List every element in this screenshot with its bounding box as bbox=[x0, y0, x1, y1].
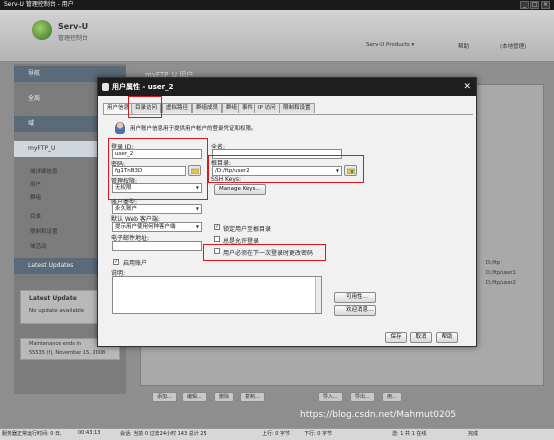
cancel-button[interactable]: 取消 bbox=[410, 332, 432, 343]
password-field[interactable]: fg1TnB3D bbox=[112, 166, 186, 176]
status-download: 下行: 0 字节 bbox=[304, 431, 333, 437]
generate-password-button[interactable] bbox=[188, 165, 201, 176]
tab-directory-access[interactable]: 目录访问 bbox=[131, 103, 162, 113]
web-client-select[interactable]: 提示用户使用何种客户端 bbox=[112, 222, 202, 232]
browse-root-dir-button[interactable] bbox=[344, 165, 357, 176]
availability-label: 可用性... bbox=[346, 294, 368, 300]
always-allow-login-checkbox[interactable] bbox=[214, 236, 220, 242]
tab-user-info[interactable]: 用户信息 bbox=[103, 103, 134, 114]
table-row[interactable]: D:/ftp/user1 bbox=[486, 270, 516, 276]
help-button[interactable]: 帮助 bbox=[436, 332, 458, 343]
ssh-keys-label: SSH Keys: bbox=[211, 176, 242, 183]
folder-key-icon bbox=[191, 168, 199, 174]
root-dir-select[interactable]: /D:/ftp/user2 bbox=[212, 166, 342, 176]
sidebar-sub-limits[interactable]: 限制和设置 bbox=[30, 227, 58, 235]
manage-keys-button[interactable]: Manage Keys... bbox=[214, 184, 266, 195]
servu-logo-icon bbox=[32, 20, 52, 40]
welcome-message-label: 欢迎消息... bbox=[346, 307, 374, 313]
description-textarea[interactable] bbox=[112, 276, 322, 314]
delete-user-button[interactable]: 删除 bbox=[214, 392, 235, 402]
help-link[interactable]: 帮助 bbox=[458, 42, 469, 50]
account-type-select[interactable]: 永久账户 bbox=[112, 204, 202, 214]
full-name-field[interactable] bbox=[212, 149, 342, 159]
table-row[interactable]: D:/ftp/user2 bbox=[486, 280, 516, 286]
close-window-button[interactable]: × bbox=[541, 1, 550, 9]
sidebar-sub-directories[interactable]: 目录 bbox=[30, 212, 41, 220]
import-button[interactable]: 导入... bbox=[318, 392, 343, 402]
latest-update-text: No update available bbox=[29, 308, 85, 314]
enable-account-label: 启用账户 bbox=[123, 260, 148, 267]
user-menu[interactable]: (本地管理) bbox=[500, 42, 526, 50]
dialog-title: 用户属性 - user_2 bbox=[98, 78, 476, 96]
maximize-button[interactable]: □ bbox=[530, 1, 539, 9]
brand-subtitle: 管理控制台 bbox=[58, 35, 89, 42]
products-menu[interactable]: Serv-U Products ▾ bbox=[366, 42, 414, 48]
sidebar-sub-activity[interactable]: 域活动 bbox=[30, 242, 47, 250]
tab-ip-access[interactable]: IP 访问 bbox=[254, 103, 280, 113]
tab-virtual-paths[interactable]: 虚拟路径 bbox=[162, 103, 193, 113]
export-button[interactable]: 导出... bbox=[350, 392, 375, 402]
status-upload: 上行: 0 字节 bbox=[262, 431, 291, 437]
close-icon[interactable]: ✕ bbox=[463, 81, 471, 93]
window-title: Serv-U 管理控制台 - 用户 bbox=[4, 1, 74, 8]
description-scrollbar[interactable] bbox=[315, 277, 321, 313]
admin-privilege-select[interactable]: 无权限 bbox=[112, 183, 202, 193]
status-uptime-label: 服务器正常运行时间: 0 日, bbox=[2, 431, 62, 437]
status-online: 选: 1 共 1 在线 bbox=[392, 431, 427, 437]
lock-home-checkbox[interactable]: ✓ bbox=[214, 224, 220, 230]
status-uptime: 00:43:13 bbox=[78, 430, 101, 436]
sidebar-sub-groups[interactable]: 群组 bbox=[30, 193, 41, 201]
lock-home-label: 锁定用户至根目录 bbox=[223, 226, 272, 233]
welcome-message-button[interactable]: 欢迎消息... bbox=[334, 305, 376, 316]
user-info-description: 用户账户信息用于提供用户帐户的登录凭证和权限。 bbox=[130, 126, 257, 132]
save-button[interactable]: 保存 bbox=[385, 332, 407, 343]
tab-limits-settings[interactable]: 限制和设置 bbox=[279, 103, 315, 113]
brand-name: Serv-U bbox=[58, 22, 89, 31]
must-change-pwd-checkbox[interactable] bbox=[214, 248, 220, 254]
user-info-icon bbox=[115, 122, 125, 134]
status-done: 完成 bbox=[468, 431, 479, 437]
must-change-pwd-label: 用户必须在下一次登录时更改密码 bbox=[223, 250, 314, 257]
status-sessions: 会话: 当前 0 过去24小时 143 总计 25 bbox=[120, 431, 207, 437]
always-allow-login-label: 总是允许登录 bbox=[223, 238, 260, 245]
table-row[interactable]: D:/ftp bbox=[486, 260, 500, 266]
minimize-button[interactable]: _ bbox=[520, 1, 529, 9]
maintenance-line1: Maintenance ends in bbox=[29, 341, 81, 347]
use-button[interactable]: 用... bbox=[382, 392, 402, 402]
folder-icon bbox=[347, 168, 355, 174]
tab-group-members[interactable]: 群组成员 bbox=[192, 103, 223, 113]
copy-user-button[interactable]: 复制... bbox=[240, 392, 265, 402]
maintenance-line2: 55535 (f), November 15, 2008 bbox=[29, 350, 106, 356]
enable-account-checkbox[interactable]: ✓ bbox=[113, 259, 119, 265]
availability-button[interactable]: 可用性... bbox=[334, 292, 376, 303]
edit-user-button[interactable]: 编辑... bbox=[182, 392, 207, 402]
sidebar-sub-users[interactable]: 用户 bbox=[30, 180, 41, 188]
latest-update-title: Latest Update bbox=[29, 295, 77, 302]
add-user-button[interactable]: 添加... bbox=[152, 392, 177, 402]
watermark: https://blog.csdn.net/Mahmut0205 bbox=[300, 410, 457, 420]
tab-divider bbox=[103, 114, 473, 115]
login-id-field[interactable]: user_2 bbox=[112, 149, 202, 159]
email-field[interactable] bbox=[112, 241, 202, 251]
window-title-bar: Serv-U 管理控制台 - 用户 _ □ × bbox=[0, 0, 554, 10]
user-icon bbox=[102, 83, 109, 91]
sidebar-sub-domain-details[interactable]: 域详细信息 bbox=[30, 167, 58, 175]
